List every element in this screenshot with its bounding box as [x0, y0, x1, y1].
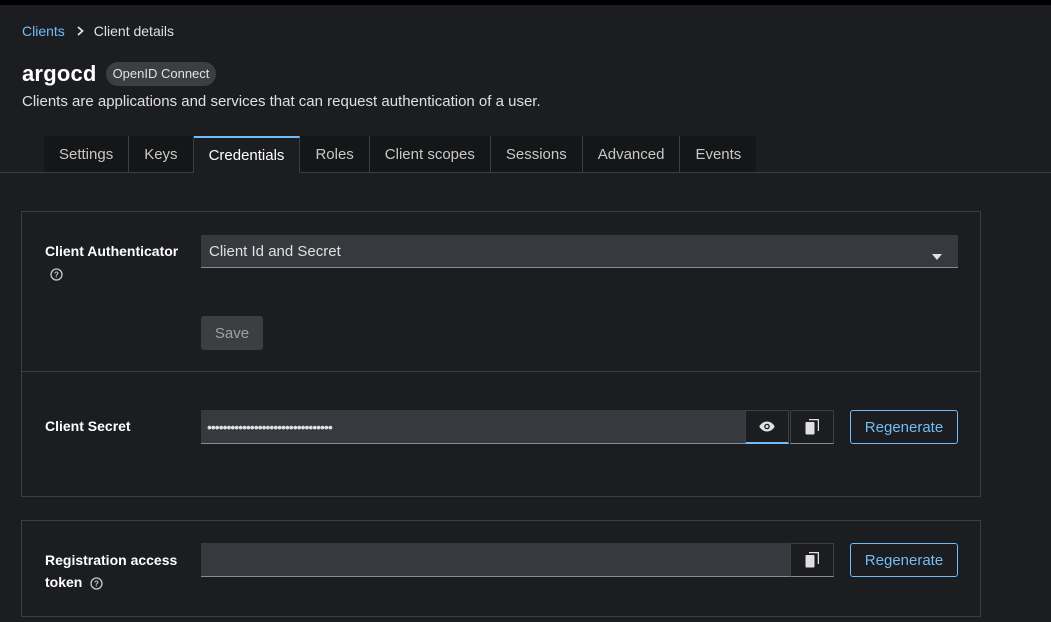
copy-icon [805, 552, 819, 568]
regenerate-token-button[interactable]: Regenerate [850, 543, 958, 577]
client-authenticator-label: Client Authenticator ? [45, 240, 178, 284]
save-button[interactable]: Save [201, 316, 263, 350]
registration-token-label: Registration access token ? [45, 549, 177, 593]
protocol-badge: OpenID Connect [105, 62, 217, 86]
tab-events[interactable]: Events [680, 136, 757, 173]
svg-text:?: ? [54, 270, 59, 279]
client-authenticator-label-text: Client Authenticator [45, 243, 179, 259]
tab-settings[interactable]: Settings [44, 136, 130, 173]
chevron-right-icon [77, 26, 84, 36]
svg-text:?: ? [94, 579, 99, 588]
client-secret-label: Client Secret [45, 418, 131, 434]
page-title: argocd [22, 61, 97, 86]
tab-roles[interactable]: Roles [300, 136, 370, 173]
client-authenticator-value: Client Id and Secret [209, 242, 341, 260]
tab-bar: Settings Keys Credentials Roles Client s… [44, 136, 757, 173]
help-icon[interactable]: ? [90, 577, 103, 590]
title-row: argocd OpenID Connect [22, 61, 217, 87]
top-bar [0, 0, 1051, 5]
caret-down-icon [932, 247, 942, 264]
tab-client-scopes[interactable]: Client scopes [369, 136, 491, 173]
client-authenticator-select[interactable]: Client Id and Secret [201, 235, 958, 268]
credentials-card: Client Authenticator ? Client Id and Sec… [21, 211, 981, 497]
show-secret-button[interactable] [745, 410, 789, 444]
registration-token-label-line1: Registration access [45, 552, 178, 568]
copy-secret-button[interactable] [790, 410, 834, 444]
tab-keys[interactable]: Keys [129, 136, 194, 173]
copy-token-button[interactable] [790, 543, 834, 577]
card-divider [22, 371, 980, 372]
breadcrumb-clients-link[interactable]: Clients [22, 23, 65, 39]
registration-token-label-line2: token [45, 574, 83, 590]
regenerate-secret-button[interactable]: Regenerate [850, 410, 958, 444]
breadcrumb: Clients Client details [22, 23, 174, 39]
help-icon[interactable]: ? [50, 268, 63, 281]
tab-advanced[interactable]: Advanced [582, 136, 681, 173]
copy-icon [805, 419, 819, 435]
tab-sessions[interactable]: Sessions [490, 136, 583, 173]
breadcrumb-current: Client details [93, 23, 174, 39]
tab-credentials[interactable]: Credentials [193, 136, 301, 173]
registration-token-input[interactable] [201, 543, 790, 577]
page-description: Clients are applications and services th… [22, 93, 541, 110]
eye-icon [759, 421, 775, 432]
registration-token-card: Registration access token ? Regenerate [21, 520, 981, 617]
client-secret-input[interactable]: •••••••••••••••••••••••••••••••• [201, 410, 745, 444]
